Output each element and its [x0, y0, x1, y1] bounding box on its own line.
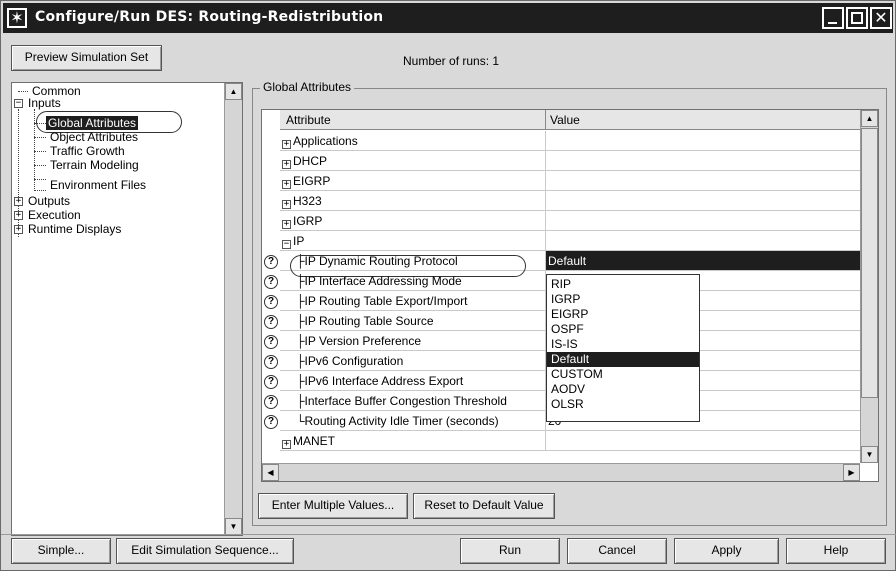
question-circle-icon[interactable]: ? — [264, 315, 278, 329]
question-circle-icon[interactable]: ? — [264, 275, 278, 289]
question-circle-icon[interactable]: ? — [264, 395, 278, 409]
table-row[interactable]: + IGRP — [280, 211, 860, 231]
expand-icon: + — [282, 199, 291, 209]
maximize-icon — [851, 12, 863, 24]
table-horizontal-scrollbar[interactable]: ◀ ▶ — [262, 463, 860, 481]
minimize-icon — [828, 22, 837, 24]
separator — [1, 534, 896, 535]
tree-connector — [34, 190, 46, 191]
dropdown-option-igrp[interactable]: IGRP — [547, 292, 699, 307]
question-circle-icon[interactable]: ? — [264, 415, 278, 429]
edit-simulation-sequence-button[interactable]: Edit Simulation Sequence... — [116, 538, 294, 564]
preview-simulation-set-button[interactable]: Preview Simulation Set — [11, 45, 162, 71]
app-star-icon: ✶ — [7, 8, 27, 28]
dropdown-option-default[interactable]: Default — [547, 352, 699, 367]
tree-item-object-attributes[interactable]: Object Attributes — [50, 131, 138, 144]
tree-item-environment-files[interactable]: Environment Files — [50, 179, 146, 192]
tree-connector — [18, 91, 28, 92]
expand-icon: + — [282, 219, 291, 229]
question-circle-icon[interactable]: ? — [264, 295, 278, 309]
dropdown-option-eigrp[interactable]: EIGRP — [547, 307, 699, 322]
dropdown-option-is-is[interactable]: IS-IS — [547, 337, 699, 352]
title-bar[interactable]: ✶ Configure/Run DES: Routing-Redistribut… — [3, 3, 893, 33]
tree-connector — [34, 179, 46, 180]
table-row[interactable]: − IP — [280, 231, 860, 251]
maximize-button[interactable] — [846, 7, 868, 29]
scroll-down-icon[interactable]: ▼ — [225, 518, 242, 535]
scroll-down-icon[interactable]: ▼ — [861, 446, 878, 463]
configure-run-dialog: ✶ Configure/Run DES: Routing-Redistribut… — [0, 0, 896, 571]
dropdown-option-aodv[interactable]: AODV — [547, 382, 699, 397]
dropdown-option-olsr[interactable]: OLSR — [547, 397, 699, 412]
cancel-button[interactable]: Cancel — [567, 538, 667, 564]
minimize-button[interactable] — [822, 7, 844, 29]
window-title: Configure/Run DES: Routing-Redistributio… — [35, 9, 384, 25]
expand-runtime-displays-icon[interactable]: + — [14, 225, 23, 234]
table-header: Attribute Value — [280, 110, 860, 130]
tree-item-traffic-growth[interactable]: Traffic Growth — [50, 145, 125, 158]
scroll-up-icon[interactable]: ▲ — [861, 110, 878, 127]
apply-button[interactable]: Apply — [674, 538, 779, 564]
routing-protocol-dropdown[interactable]: RIP IGRP EIGRP OSPF IS-IS Default CUSTOM… — [546, 274, 700, 422]
question-circle-icon[interactable]: ? — [264, 355, 278, 369]
routing-protocol-value[interactable]: Default — [546, 251, 860, 270]
tree-vertical-scrollbar[interactable]: ▲ ▼ — [224, 83, 242, 535]
question-circle-icon[interactable]: ? — [264, 255, 278, 269]
scroll-thumb[interactable] — [861, 128, 878, 398]
tree-item-terrain-modeling[interactable]: Terrain Modeling — [50, 159, 139, 172]
simple-button[interactable]: Simple... — [11, 538, 111, 564]
table-vertical-scrollbar[interactable]: ▲ ▼ — [860, 110, 878, 463]
reset-to-default-button[interactable]: Reset to Default Value — [413, 493, 555, 519]
dropdown-option-ospf[interactable]: OSPF — [547, 322, 699, 337]
help-button[interactable]: Help — [786, 538, 886, 564]
table-row[interactable]: + H323 — [280, 191, 860, 211]
expand-icon: + — [282, 139, 291, 149]
tree-connector — [34, 165, 46, 166]
close-button[interactable]: ✕ — [870, 7, 892, 29]
expand-icon: + — [282, 439, 291, 449]
dropdown-option-rip[interactable]: RIP — [547, 277, 699, 292]
close-icon: ✕ — [874, 8, 888, 27]
tree-connector — [34, 137, 46, 138]
table-row[interactable]: + DHCP — [280, 151, 860, 171]
table-row[interactable]: + EIGRP — [280, 171, 860, 191]
attribute-column-header: Attribute — [286, 113, 331, 127]
tree-item-runtime-displays[interactable]: Runtime Displays — [28, 223, 121, 236]
group-title: Global Attributes — [260, 80, 355, 94]
scroll-left-icon[interactable]: ◀ — [262, 464, 279, 481]
tree-item-inputs[interactable]: Inputs — [28, 97, 61, 110]
table-row[interactable]: + Applications — [280, 131, 860, 151]
number-of-runs-label: Number of runs: 1 — [403, 54, 500, 68]
collapse-icon: − — [282, 239, 291, 249]
value-column-header: Value — [550, 113, 580, 127]
run-button[interactable]: Run — [460, 538, 560, 564]
scroll-up-icon[interactable]: ▲ — [225, 83, 242, 100]
tree-item-outputs[interactable]: Outputs — [28, 195, 70, 208]
settings-tree: Common − Inputs Global Attributes Object… — [11, 82, 243, 536]
tree-connector — [34, 151, 46, 152]
expand-execution-icon[interactable]: + — [14, 211, 23, 220]
enter-multiple-values-button[interactable]: Enter Multiple Values... — [258, 493, 408, 519]
dropdown-option-custom[interactable]: CUSTOM — [547, 367, 699, 382]
tree-item-execution[interactable]: Execution — [28, 209, 81, 222]
question-circle-icon[interactable]: ? — [264, 375, 278, 389]
expand-icon: + — [282, 179, 291, 189]
table-row[interactable]: + MANET — [280, 431, 860, 451]
collapse-inputs-icon[interactable]: − — [14, 99, 23, 108]
question-circle-icon[interactable]: ? — [264, 335, 278, 349]
expand-outputs-icon[interactable]: + — [14, 197, 23, 206]
scroll-right-icon[interactable]: ▶ — [843, 464, 860, 481]
expand-icon: + — [282, 159, 291, 169]
